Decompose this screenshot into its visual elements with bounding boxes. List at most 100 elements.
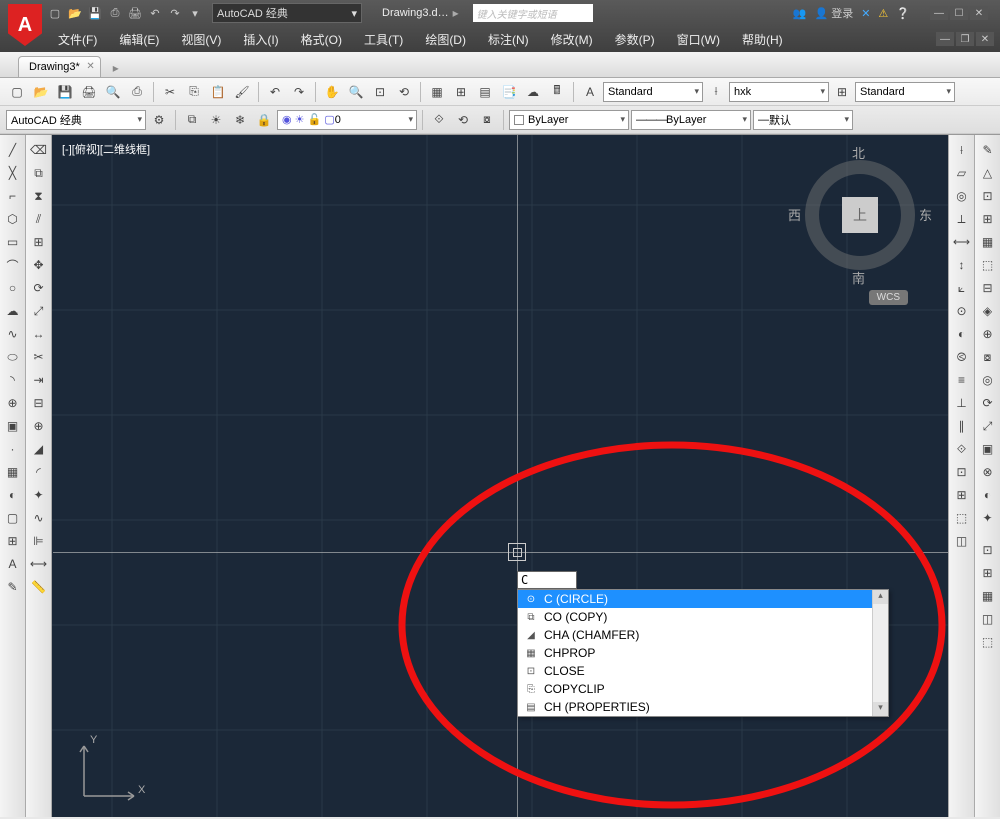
layer-dropdown[interactable]: ◉ ☀ 🔓 ▢ 0 — [277, 110, 417, 130]
tb-zoomwin-icon[interactable]: ⊡ — [369, 81, 391, 103]
rt5-icon[interactable]: ▦ — [977, 231, 999, 253]
tb-preview-icon[interactable]: 🔍 — [102, 81, 124, 103]
autocomplete-item[interactable]: ⎘COPYCLIP — [518, 680, 888, 698]
gradient-icon[interactable]: ◐ — [2, 484, 24, 506]
dim8-icon[interactable]: ⊥ — [951, 392, 973, 414]
menu-format[interactable]: 格式(O) — [291, 28, 352, 51]
tb-layerstate-icon[interactable]: ☀ — [205, 109, 227, 131]
dist-icon[interactable]: ⟊ — [951, 139, 973, 161]
revcloud-icon[interactable]: ☁ — [2, 300, 24, 322]
viewcube-west[interactable]: 西 — [788, 205, 801, 224]
viewcube-top[interactable]: 上 — [842, 197, 878, 233]
tb-ws-settings-icon[interactable]: ⚙ — [148, 109, 170, 131]
insert-icon[interactable]: ⊕ — [2, 392, 24, 414]
menu-tools[interactable]: 工具(T) — [354, 28, 413, 51]
mdi-close-button[interactable]: ✕ — [976, 32, 994, 46]
plot-icon[interactable]: 🖨 — [126, 4, 144, 22]
dim2-icon[interactable]: ↕ — [951, 254, 973, 276]
autocomplete-scrollbar[interactable]: ▴▾ — [872, 590, 888, 716]
tb-dc-icon[interactable]: ⊞ — [450, 81, 472, 103]
tb-layeriso-icon[interactable]: ⧇ — [476, 109, 498, 131]
mtext-icon[interactable]: A — [2, 553, 24, 575]
ellipsearc-icon[interactable]: ◝ — [2, 369, 24, 391]
rt18-icon[interactable]: ⊡ — [977, 539, 999, 561]
tb-open-icon[interactable]: 📂 — [30, 81, 52, 103]
polygon-icon[interactable]: ⬡ — [2, 208, 24, 230]
dim9-icon[interactable]: ∥ — [951, 415, 973, 437]
help-icon[interactable]: ❔ — [896, 7, 910, 20]
dim13-icon[interactable]: ⬚ — [951, 507, 973, 529]
tb-dimstyle-icon[interactable]: ⟊ — [705, 81, 727, 103]
rt10-icon[interactable]: ⧇ — [977, 346, 999, 368]
pedit-icon[interactable]: ∿ — [28, 507, 50, 529]
table-icon[interactable]: ⊞ — [2, 530, 24, 552]
viewcube-north[interactable]: 北 — [852, 143, 865, 162]
move-icon[interactable]: ✥ — [28, 254, 50, 276]
copy-icon[interactable]: ⧉ — [28, 162, 50, 184]
tb-publish-icon[interactable]: ⎙ — [126, 81, 148, 103]
menu-window[interactable]: 窗口(W) — [667, 28, 730, 51]
document-tab[interactable]: Drawing3* ✕ — [18, 56, 101, 77]
dim11-icon[interactable]: ⊡ — [951, 461, 973, 483]
workspace-dropdown-2[interactable]: AutoCAD 经典 — [6, 110, 146, 130]
mirror-icon[interactable]: ⧗ — [28, 185, 50, 207]
menu-draw[interactable]: 绘图(D) — [415, 28, 476, 51]
tb-props-icon[interactable]: ▦ — [426, 81, 448, 103]
rt13-icon[interactable]: ⤢ — [977, 415, 999, 437]
break-icon[interactable]: ⊟ — [28, 392, 50, 414]
dim10-icon[interactable]: ⟐ — [951, 438, 973, 460]
explode-icon[interactable]: ✦ — [28, 484, 50, 506]
rectangle-icon[interactable]: ▭ — [2, 231, 24, 253]
viewcube[interactable]: 上 北 南 东 西 — [790, 145, 930, 285]
rt14-icon[interactable]: ▣ — [977, 438, 999, 460]
wcs-badge[interactable]: WCS — [869, 290, 908, 305]
tb-layerprops-icon[interactable]: ⧉ — [181, 109, 203, 131]
scale-icon[interactable]: ⤢ — [28, 300, 50, 322]
tb-tablestyle-icon[interactable]: ⊞ — [831, 81, 853, 103]
rt19-icon[interactable]: ⊞ — [977, 562, 999, 584]
close-button[interactable]: ✕ — [970, 6, 988, 20]
lengthen-icon[interactable]: ⟷ — [28, 553, 50, 575]
rt12-icon[interactable]: ⟳ — [977, 392, 999, 414]
dim7-icon[interactable]: ≡ — [951, 369, 973, 391]
menu-modify[interactable]: 修改(M) — [541, 28, 603, 51]
fillet-icon[interactable]: ◜ — [28, 461, 50, 483]
new-icon[interactable]: ▢ — [46, 4, 64, 22]
rt11-icon[interactable]: ◎ — [977, 369, 999, 391]
tb-undo-icon[interactable]: ↶ — [264, 81, 286, 103]
linetype-dropdown[interactable]: ——— ByLayer — [631, 110, 751, 130]
minimize-button[interactable]: — — [930, 6, 948, 20]
rt8-icon[interactable]: ◈ — [977, 300, 999, 322]
tb-qcalc-icon[interactable]: 🖩 — [546, 81, 568, 103]
constraint-icon[interactable]: ⟂ — [951, 208, 973, 230]
menu-help[interactable]: 帮助(H) — [732, 28, 793, 51]
rt20-icon[interactable]: ▦ — [977, 585, 999, 607]
autocomplete-item[interactable]: ▤CH (PROPERTIES) — [518, 698, 888, 716]
autocomplete-item[interactable]: ⊙C (CIRCLE) — [518, 590, 888, 608]
redo-icon[interactable]: ↷ — [166, 4, 184, 22]
login-link[interactable]: 👤 登录 — [814, 5, 853, 21]
rt2-icon[interactable]: △ — [977, 162, 999, 184]
tb-zoomprev-icon[interactable]: ⟲ — [393, 81, 415, 103]
measuregeom-icon[interactable]: 📏 — [28, 576, 50, 598]
exchange-icon[interactable]: ✕ — [861, 7, 870, 20]
join-icon[interactable]: ⊕ — [28, 415, 50, 437]
autocomplete-item[interactable]: ◢CHA (CHAMFER) — [518, 626, 888, 644]
textstyle-dropdown[interactable]: Standard — [603, 82, 703, 102]
viewcube-east[interactable]: 东 — [919, 205, 932, 224]
tb-zoom-icon[interactable]: 🔍 — [345, 81, 367, 103]
tb-save-icon[interactable]: 💾 — [54, 81, 76, 103]
spline-icon[interactable]: ∿ — [2, 323, 24, 345]
menu-param[interactable]: 参数(P) — [605, 28, 665, 51]
autocomplete-item[interactable]: ⧉CO (COPY) — [518, 608, 888, 626]
dim-icon[interactable]: ⟷ — [951, 231, 973, 253]
mdi-minimize-button[interactable]: — — [936, 32, 954, 46]
drawing-canvas[interactable]: [-][俯视][二维线框] 上 北 南 东 西 WCS Y X — [52, 135, 948, 817]
new-tab-button[interactable]: ▸ — [107, 59, 125, 77]
autocomplete-item[interactable]: ▦CHPROP — [518, 644, 888, 662]
menu-view[interactable]: 视图(V) — [171, 28, 231, 51]
dimstyle-dropdown[interactable]: hxk — [729, 82, 829, 102]
rt22-icon[interactable]: ⬚ — [977, 631, 999, 653]
rt16-icon[interactable]: ◐ — [977, 484, 999, 506]
rt6-icon[interactable]: ⬚ — [977, 254, 999, 276]
